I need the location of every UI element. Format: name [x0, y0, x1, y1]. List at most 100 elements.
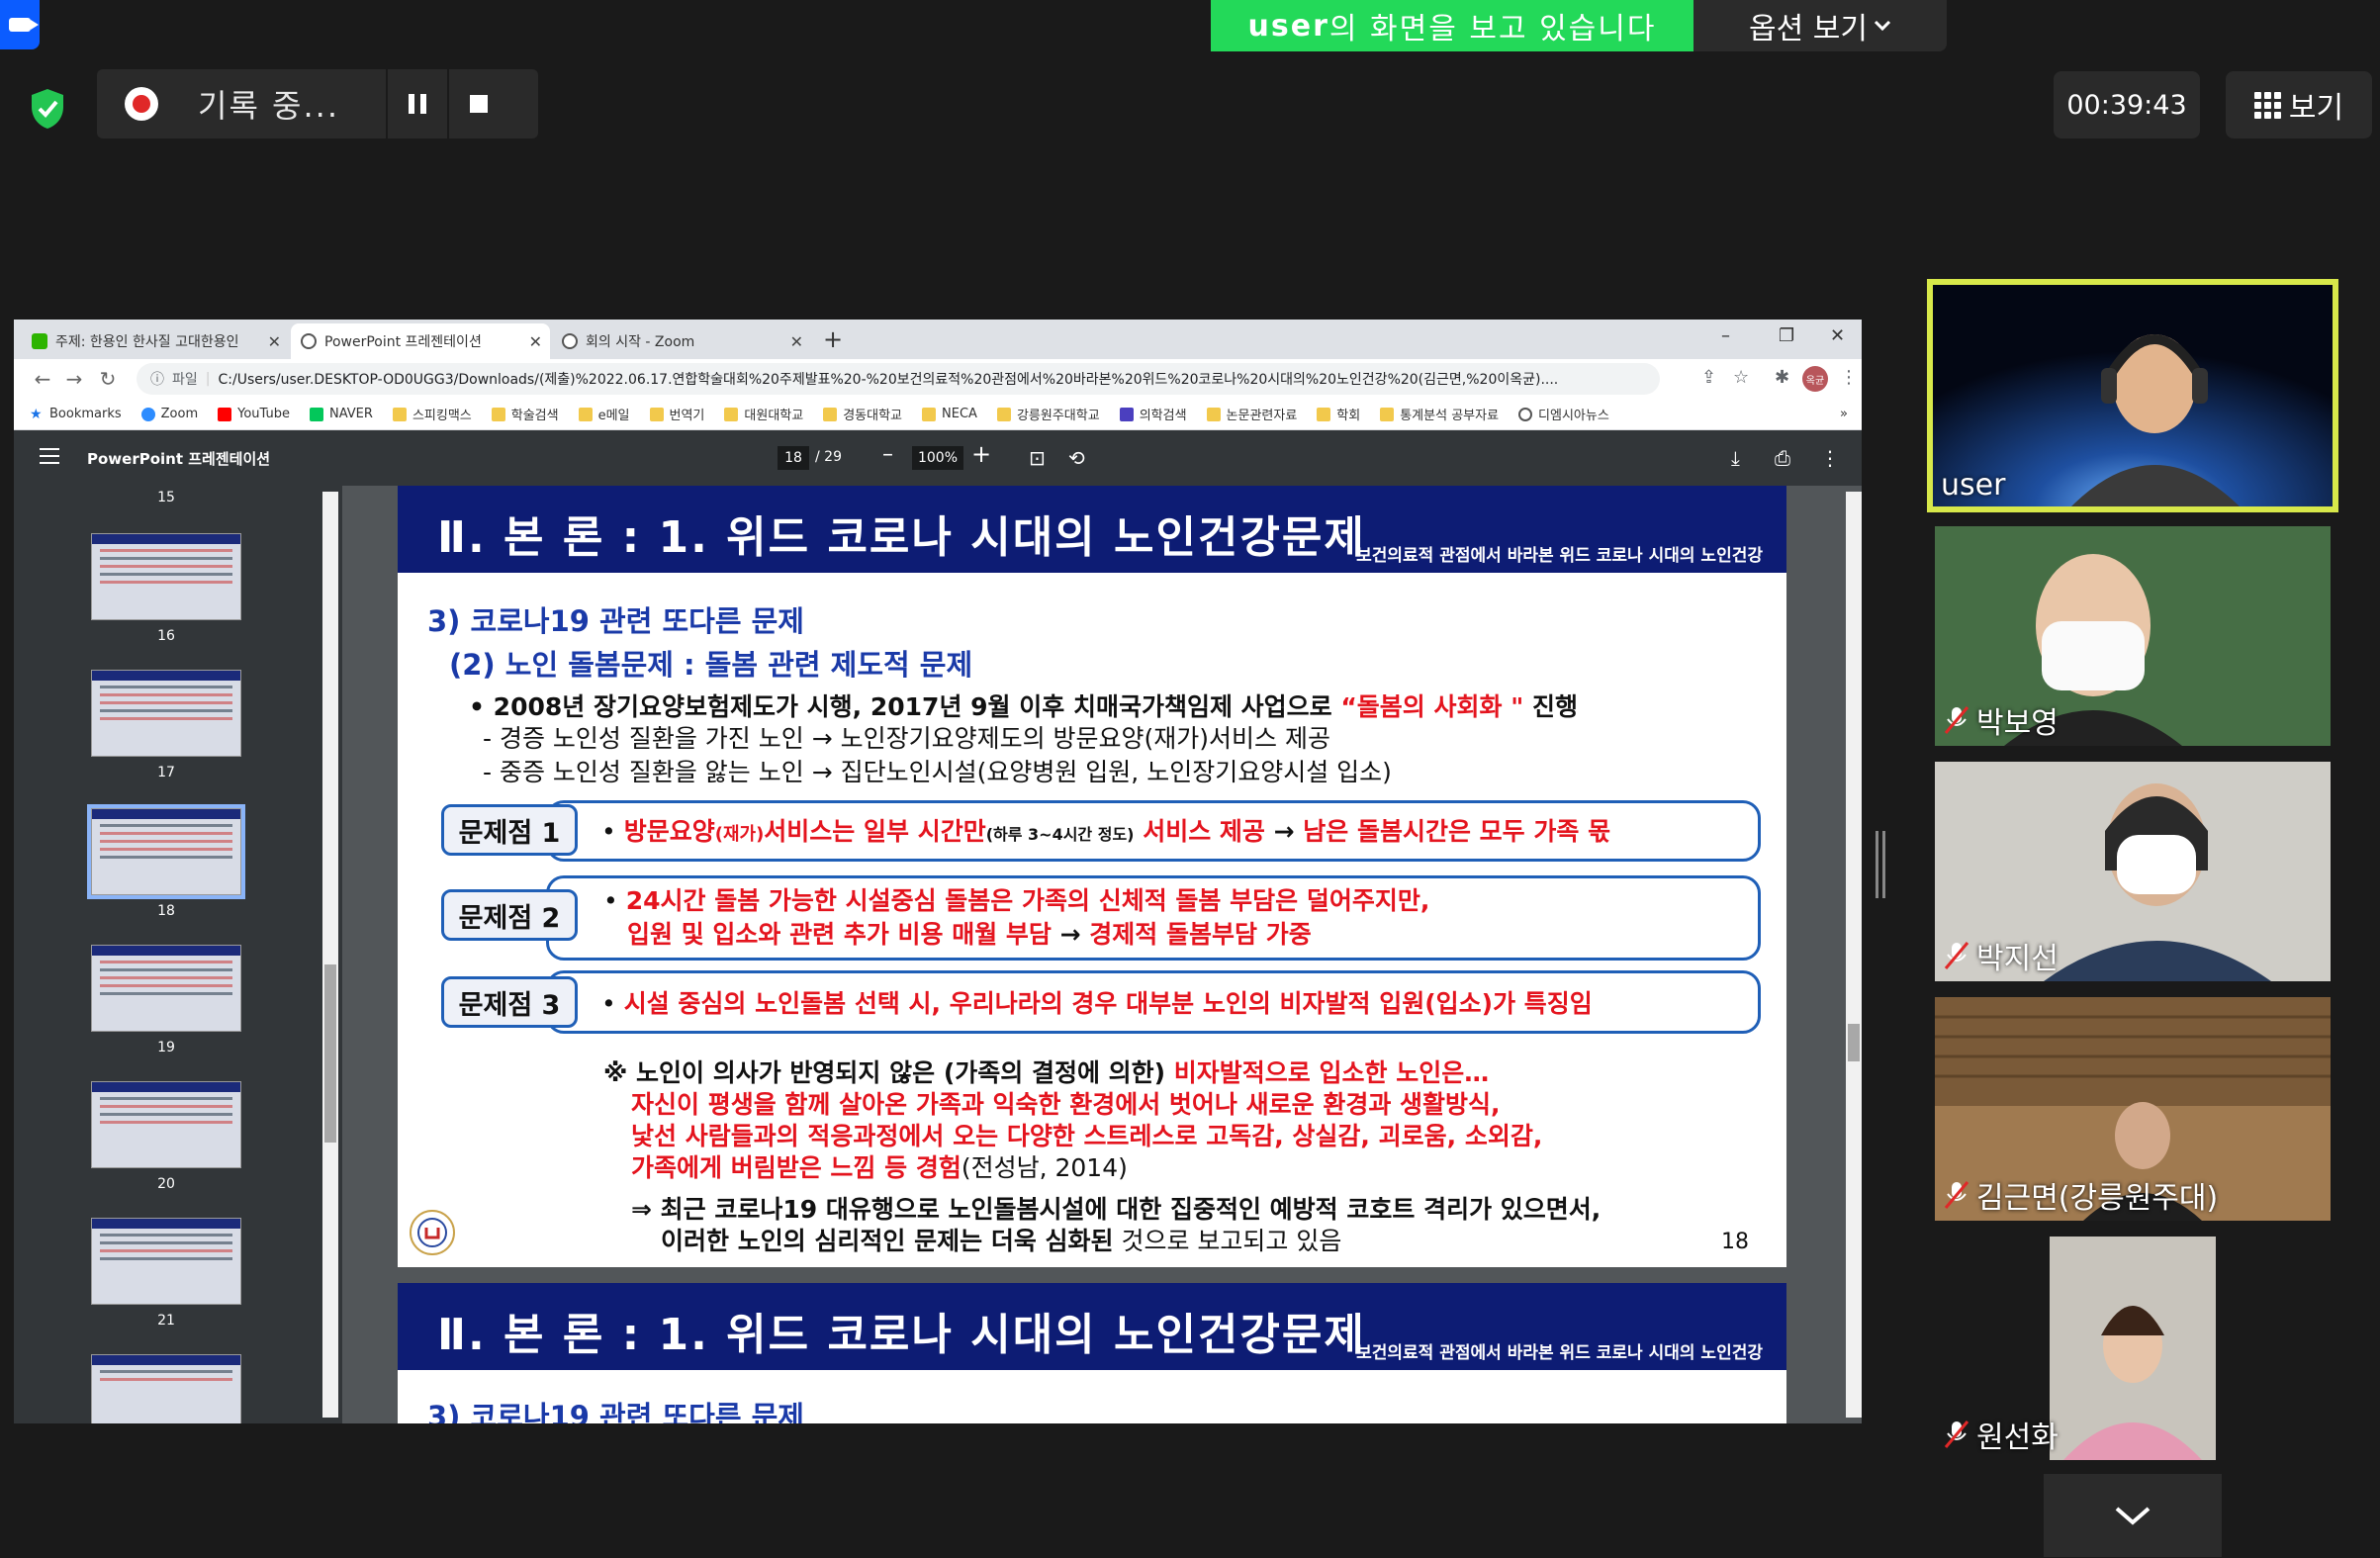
viewing-screen-banner: user 의 화면을 보고 있습니다	[1211, 0, 1693, 51]
bookmark-item[interactable]: 의학검색	[1119, 405, 1187, 423]
bookmark-item[interactable]: NECA	[922, 407, 977, 421]
new-tab-button[interactable]: +	[823, 325, 843, 353]
page-thumbnail[interactable]	[91, 945, 241, 1032]
bookmark-item[interactable]: 강릉원주대학교	[996, 405, 1100, 423]
reload-icon[interactable]: ↻	[93, 367, 123, 391]
minimize-icon[interactable]: –	[1721, 325, 1730, 346]
view-options-button[interactable]: 옵션 보기	[1693, 0, 1947, 51]
more-options-icon[interactable]: ⋮	[1820, 446, 1840, 470]
page-thumbnail[interactable]	[91, 1081, 241, 1168]
page-thumbnail[interactable]	[91, 533, 241, 620]
close-tab-icon[interactable]: ✕	[268, 332, 281, 351]
extensions-icon[interactable]: ✱	[1775, 367, 1789, 388]
zoom-in-button[interactable]: +	[971, 440, 991, 468]
folder-icon	[996, 407, 1011, 421]
video-tile-participant-4[interactable]: 김근면(강릉원주대)	[1935, 997, 2331, 1221]
thumbnail-scrollbar[interactable]	[322, 492, 338, 1418]
video-tile-participant-3[interactable]: 박지선	[1935, 762, 2331, 981]
mic-muted-icon	[1944, 942, 1969, 969]
star-icon: ★	[30, 406, 43, 422]
thumb-number: 18	[157, 903, 175, 919]
zoom-icon	[140, 407, 155, 421]
university-logo-icon	[410, 1210, 455, 1255]
panel-resize-handle[interactable]	[1876, 831, 1885, 898]
bookmark-item[interactable]: 통계분석 공부자료	[1380, 405, 1499, 423]
fit-page-icon[interactable]: ⊡	[1029, 446, 1046, 470]
page-thumbnail[interactable]	[91, 1218, 241, 1305]
page-number-input[interactable]: 18	[778, 446, 809, 470]
note-line-4: 가족에게 버림받은 느낌 등 경험(전성남, 2014)	[631, 1153, 1128, 1182]
bookmark-item[interactable]: 스피킹맥스	[392, 405, 472, 423]
slide-subtitle: 보건의료적 관점에서 바라본 위드 코로나 시대의 노인건강	[1356, 546, 1763, 566]
bookmark-item[interactable]: 학회	[1317, 405, 1360, 423]
tab-email[interactable]: 주제: 한용인 한사질 고대한용인 ✕	[22, 323, 289, 359]
zoom-out-button[interactable]: –	[882, 442, 893, 467]
video-tile-participant-2[interactable]: 박보영	[1935, 526, 2331, 746]
rotate-icon[interactable]: ⟲	[1068, 446, 1085, 470]
zoom-level-input[interactable]: 100%	[912, 446, 963, 470]
site-icon	[1119, 407, 1134, 421]
participant-name: 박지선	[1943, 934, 2059, 977]
bookmark-item[interactable]: NAVER	[310, 407, 373, 421]
profile-avatar[interactable]: 옥균	[1802, 366, 1828, 392]
download-icon[interactable]: ⤓	[1731, 446, 1740, 470]
bookmark-item[interactable]: 대원대학교	[724, 405, 803, 423]
view-layout-button[interactable]: 보기	[2226, 71, 2372, 138]
bookmark-item[interactable]: 번역기	[649, 405, 704, 423]
pause-recording-button[interactable]	[386, 69, 447, 138]
url-omnibox[interactable]: ⓘ 파일 | C:/Users/user.DESKTOP-OD0UGG3/Dow…	[137, 363, 1660, 395]
note-line-3: 낯선 사람들과의 적응과정에서 오는 다양한 스트레스로 고독감, 상실감, 괴…	[631, 1122, 1543, 1150]
bookmark-item[interactable]: YouTube	[218, 407, 290, 421]
close-tab-icon[interactable]: ✕	[529, 332, 542, 351]
thumb-number: 19	[157, 1040, 175, 1055]
folder-icon	[491, 407, 505, 421]
slide-header: Ⅱ. 본 론 : 1. 위드 코로나 시대의 노인건강문제 보건의료적 관점에서…	[398, 1283, 1786, 1370]
stop-recording-button[interactable]	[447, 69, 508, 138]
video-tile-participant-5[interactable]: 원선화	[1935, 1237, 2331, 1460]
document-scrollbar[interactable]	[1846, 492, 1862, 1418]
restore-icon[interactable]: ❐	[1779, 325, 1794, 346]
close-window-icon[interactable]: ✕	[1830, 325, 1845, 346]
section-heading: 3) 코로나19 관련 또다른 문제	[427, 604, 804, 638]
bookmark-star-icon[interactable]: ☆	[1733, 367, 1749, 388]
tab-powerpoint[interactable]: PowerPoint 프레젠테이션 ✕	[291, 323, 550, 359]
bookmark-item[interactable]: 경동대학교	[823, 405, 902, 423]
menu-icon[interactable]	[40, 448, 59, 464]
back-icon[interactable]: ←	[28, 367, 57, 391]
bookmark-item[interactable]: 학술검색	[491, 405, 559, 423]
page-total: / 29	[815, 449, 842, 465]
chevron-down-icon	[1874, 20, 1891, 32]
bookmark-item[interactable]: ★ Bookmarks	[30, 407, 122, 421]
video-tile-user[interactable]: user	[1927, 279, 2338, 512]
forward-icon[interactable]: →	[59, 367, 89, 391]
page-thumbnail[interactable]	[91, 1354, 241, 1423]
security-shield-icon[interactable]	[16, 77, 79, 140]
zoom-app-icon[interactable]	[0, 0, 40, 49]
pause-icon	[409, 94, 426, 114]
close-tab-icon[interactable]: ✕	[790, 332, 803, 351]
thumb-number: 16	[157, 628, 175, 644]
share-icon[interactable]: ⇪	[1701, 367, 1716, 388]
scroll-gallery-down-button[interactable]	[2044, 1474, 2222, 1557]
bookmark-item[interactable]: Zoom	[140, 407, 198, 421]
conclusion-line-2: 이러한 노인의 심리적인 문제는 더욱 심화된 것으로 보고되고 있음	[661, 1227, 1342, 1255]
mic-muted-icon	[1944, 1181, 1969, 1209]
note-line-2: 자신이 평생을 함께 살아온 가족과 익숙한 환경에서 벗어나 새로운 환경과 …	[631, 1090, 1501, 1119]
more-bookmarks-icon[interactable]: »	[1840, 407, 1848, 421]
problem-tag-1: 문제점 1	[441, 804, 578, 856]
sub-bullet-1: - 경증 노인성 질환을 가진 노인 → 노인장기요양제도의 방문요양(재가)서…	[483, 724, 1330, 753]
folder-icon	[1206, 407, 1221, 421]
globe-icon	[562, 333, 578, 349]
page-thumbnail-selected[interactable]	[87, 804, 245, 899]
bookmark-item[interactable]: e메일	[578, 405, 630, 423]
page-thumbnail[interactable]	[91, 670, 241, 757]
view-label: 보기	[2288, 91, 2344, 126]
mic-muted-icon	[1944, 706, 1969, 734]
folder-icon	[392, 407, 407, 421]
more-menu-icon[interactable]: ⋮	[1840, 367, 1858, 388]
bookmark-item[interactable]: 논문관련자료	[1206, 405, 1297, 423]
tab-zoom[interactable]: 회의 시작 - Zoom ✕	[552, 323, 811, 359]
participant-name: 원선화	[1943, 1413, 2059, 1456]
print-icon[interactable]: ⎙	[1775, 446, 1790, 470]
bookmark-item[interactable]: 디엠시아뉴스	[1518, 405, 1609, 423]
